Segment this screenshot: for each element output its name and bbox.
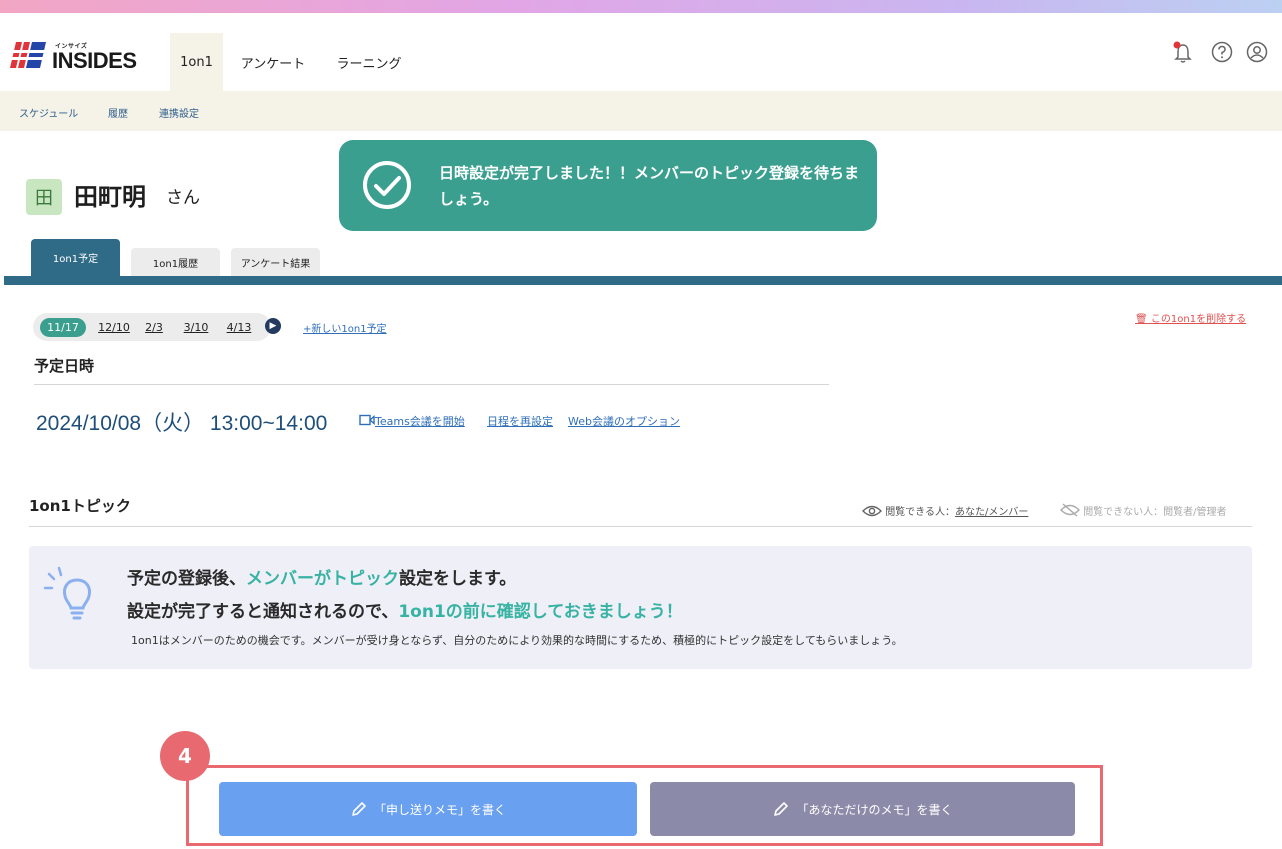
top-gradient-bar (0, 0, 1282, 13)
visible-to-value: あなた/メンバー (955, 507, 1029, 518)
new-schedule-link[interactable]: +新しい1on1予定 (303, 320, 387, 335)
trash-icon: 🗑 (1135, 314, 1148, 325)
user-account-icon[interactable] (1246, 41, 1268, 63)
nav-tab-survey[interactable]: アンケート (233, 33, 313, 91)
schedule-title: 予定日時 (34, 357, 95, 375)
delete-1on1-link[interactable]: 🗑 この1on1を削除する (1135, 310, 1246, 325)
subnav-schedule[interactable]: スケジュール (19, 105, 78, 120)
visible-to: 閲覧できる人：あなた/メンバー (862, 503, 1028, 518)
member-name-suffix: さん (166, 188, 200, 208)
eye-off-icon (1060, 503, 1080, 517)
tab-survey-results[interactable]: アンケート結果 (231, 248, 320, 276)
date-pill[interactable]: 2/3 (139, 318, 169, 337)
logo-mark-icon (10, 42, 46, 68)
logo-text: INSIDES (52, 48, 137, 73)
info-line-2: 設定が完了すると通知されるので、1on1の前に確認しておきましょう！ (127, 597, 683, 622)
subnav-integration-settings[interactable]: 連携設定 (159, 105, 199, 120)
nav-tab-1on1[interactable]: 1on1 (170, 33, 223, 91)
chevron-right-icon[interactable]: ▶ (265, 318, 281, 334)
avatar: 田 (26, 179, 62, 215)
insides-logo[interactable]: インサイズ INSIDES (10, 39, 140, 73)
info-line-1-highlight: メンバーがトピック (246, 569, 399, 589)
topic-info-box: 予定の登録後、メンバーがトピック設定をします。 設定が完了すると通知されるので、… (29, 546, 1252, 669)
info-line-1: 予定の登録後、メンバーがトピック設定をします。 (127, 564, 516, 589)
eye-icon (862, 505, 882, 517)
pencil-icon (352, 802, 366, 816)
start-teams-link[interactable]: Teams会議を開始 (359, 413, 465, 429)
write-private-memo-button[interactable]: 「あなただけのメモ」を書く (650, 782, 1075, 836)
info-subtext: 1on1はメンバーのための機会です。メンバーが受け身とならず、自分のためにより効… (131, 634, 903, 647)
hidden-from-label: 閲覧できない人：閲覧者/管理者 (1083, 507, 1227, 518)
hidden-from: 閲覧できない人：閲覧者/管理者 (1060, 503, 1227, 518)
success-toast: 日時設定が完了しました！！メンバーのトピック登録を待ちましょう。 (339, 140, 877, 231)
subnav-history[interactable]: 履歴 (108, 105, 128, 120)
date-pill[interactable]: 3/10 (178, 318, 214, 337)
teams-link-label: Teams会議を開始 (375, 415, 465, 428)
visible-to-label: 閲覧できる人： (885, 507, 955, 518)
private-memo-label: 「あなただけのメモ」を書く (796, 802, 953, 817)
bell-icon[interactable] (1172, 41, 1194, 63)
tab-1on1-history[interactable]: 1on1履歴 (131, 248, 220, 276)
date-selector: 11/17 12/10 2/3 3/10 4/13 ▶ (33, 313, 281, 341)
delete-link-label: この1on1を削除する (1150, 314, 1247, 325)
schedule-datetime: 2024/10/08（火） 13:00~14:00 (36, 412, 328, 435)
info-line-2-highlight: 1on1の前に確認しておきましょう！ (398, 602, 683, 622)
toast-message: 日時設定が完了しました！！メンバーのトピック登録を待ちましょう。 (439, 164, 860, 208)
tab-1on1-schedule[interactable]: 1on1予定 (31, 239, 120, 276)
divider (34, 384, 829, 385)
reschedule-link[interactable]: 日程を再設定 (487, 413, 553, 429)
app-header: インサイズ INSIDES 1on1 アンケート ラーニング (0, 13, 1282, 91)
web-meeting-options-link[interactable]: Web会議のオプション (568, 413, 680, 429)
pencil-icon (774, 802, 789, 816)
info-line-1-a: 予定の登録後、 (127, 569, 246, 589)
divider (29, 526, 1252, 527)
date-pill[interactable]: 11/17 (40, 318, 86, 337)
lightbulb-icon (43, 566, 91, 620)
help-icon[interactable] (1211, 41, 1233, 63)
sub-navigation: スケジュール 履歴 連携設定 (0, 91, 1282, 131)
topic-title: 1on1トピック (29, 497, 131, 515)
tab-underline (4, 276, 1282, 285)
write-handover-memo-button[interactable]: 「申し送りメモ」を書く (219, 782, 637, 836)
date-pill[interactable]: 4/13 (221, 318, 257, 337)
member-name: 田町明 (74, 183, 146, 211)
info-line-2-a: 設定が完了すると通知されるので、 (127, 602, 399, 622)
step-number-badge: 4 (160, 731, 210, 781)
video-camera-icon (359, 414, 375, 426)
nav-tab-learning[interactable]: ラーニング (328, 33, 410, 91)
info-line-1-b: 設定をします。 (399, 569, 517, 589)
check-circle-icon (363, 161, 411, 209)
handover-memo-label: 「申し送りメモ」を書く (373, 802, 506, 817)
date-pill[interactable]: 12/10 (93, 318, 135, 337)
